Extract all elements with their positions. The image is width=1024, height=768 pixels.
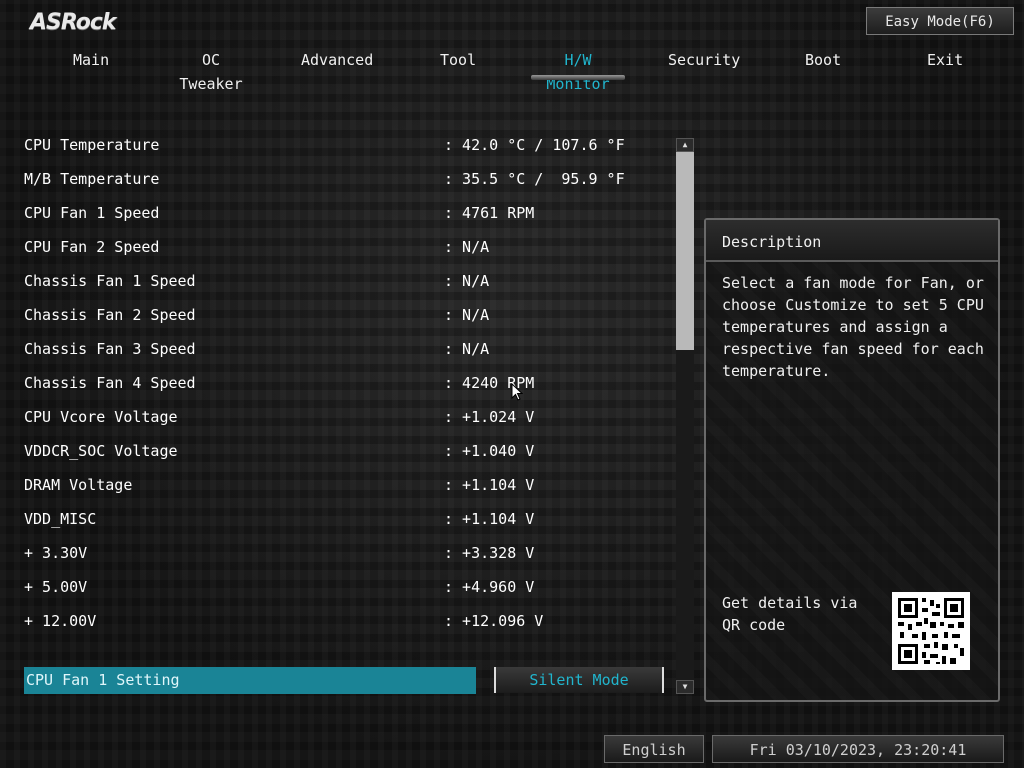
monitor-row-chassis-fan-4-speed: Chassis Fan 4 Speed : 4240 RPM xyxy=(24,370,664,404)
row-value: : +12.096 V xyxy=(444,612,544,630)
row-value: : 42.0 °C / 107.6 °F xyxy=(444,136,625,154)
monitor-row-chassis-fan-1-speed: Chassis Fan 1 Speed : N/A xyxy=(24,268,664,302)
qr-caption: Get details via QR code xyxy=(722,594,858,634)
row-label: Chassis Fan 3 Speed xyxy=(24,340,196,358)
row-label: VDDCR_SOC Voltage xyxy=(24,442,178,460)
monitor-row-cpu-fan-1-speed: CPU Fan 1 Speed : 4761 RPM xyxy=(24,200,664,234)
row-label: + 3.30V xyxy=(24,544,88,562)
monitor-row-mb-temperature: M/B Temperature : 35.5 °C / 95.9 °F xyxy=(24,166,664,200)
monitor-row-5v: + 5.00V : +4.960 V xyxy=(24,574,664,608)
tab-boot[interactable]: Boot xyxy=(805,48,841,82)
monitor-row-cpu-temperature: CPU Temperature : 42.0 °C / 107.6 °F xyxy=(24,132,664,166)
row-label: CPU Fan 1 Speed xyxy=(24,204,160,222)
row-label: VDD_MISC xyxy=(24,510,97,528)
tab-oc-tweaker[interactable]: OC Tweaker xyxy=(171,48,251,93)
description-title: Description xyxy=(706,220,998,262)
tab-hw-monitor[interactable]: H/W Monitor xyxy=(531,48,625,93)
row-label: DRAM Voltage xyxy=(24,476,133,494)
monitor-row-3v3: + 3.30V : +3.328 V xyxy=(24,540,664,574)
row-label: CPU Temperature xyxy=(24,136,160,154)
row-value: : 35.5 °C / 95.9 °F xyxy=(444,170,625,188)
monitor-row-cpu-fan-2-speed: CPU Fan 2 Speed : N/A xyxy=(24,234,664,268)
row-label: CPU Vcore Voltage xyxy=(24,408,178,426)
easy-mode-button[interactable]: Easy Mode(F6) xyxy=(866,7,1014,35)
row-value: : N/A xyxy=(444,340,490,358)
monitor-row-chassis-fan-2-speed: Chassis Fan 2 Speed : N/A xyxy=(24,302,664,336)
tab-advanced[interactable]: Advanced xyxy=(301,48,373,82)
row-label: M/B Temperature xyxy=(24,170,160,188)
language-button[interactable]: English xyxy=(604,735,704,763)
monitor-row-dram-voltage: DRAM Voltage : +1.104 V xyxy=(24,472,664,506)
main-nav: Main OC Tweaker Advanced Tool H/W Monito… xyxy=(0,48,1024,93)
cpu-fan-1-setting-row[interactable]: CPU Fan 1 Setting xyxy=(24,667,476,694)
hw-monitor-list: CPU Temperature : 42.0 °C / 107.6 °F M/B… xyxy=(24,132,664,642)
monitor-row-12v: + 12.00V : +12.096 V xyxy=(24,608,664,642)
monitor-row-cpu-vcore-voltage: CPU Vcore Voltage : +1.024 V xyxy=(24,404,664,438)
monitor-row-vddcr-soc-voltage: VDDCR_SOC Voltage : +1.040 V xyxy=(24,438,664,472)
row-value: : +1.104 V xyxy=(444,510,535,528)
tab-tool[interactable]: Tool xyxy=(440,48,476,82)
monitor-row-chassis-fan-3-speed: Chassis Fan 3 Speed : N/A xyxy=(24,336,664,370)
row-label: Chassis Fan 2 Speed xyxy=(24,306,196,324)
row-label: CPU Fan 2 Speed xyxy=(24,238,160,256)
row-value: : +1.104 V xyxy=(444,476,535,494)
list-scrollbar[interactable]: ▲ ▼ xyxy=(676,138,694,694)
mouse-pointer-icon xyxy=(511,383,523,401)
row-value: : +1.040 V xyxy=(444,442,535,460)
row-value: : N/A xyxy=(444,238,490,256)
tab-exit[interactable]: Exit xyxy=(927,48,963,82)
row-label: + 5.00V xyxy=(24,578,88,596)
row-value: : +3.328 V xyxy=(444,544,535,562)
cpu-fan-1-setting-dropdown[interactable]: Silent Mode xyxy=(494,667,664,693)
tab-security[interactable]: Security xyxy=(668,48,740,82)
datetime-display: Fri 03/10/2023, 23:20:41 xyxy=(712,735,1004,763)
row-value: : 4761 RPM xyxy=(444,204,535,222)
row-label: Chassis Fan 4 Speed xyxy=(24,374,196,392)
description-text: Select a fan mode for Fan, or choose Cus… xyxy=(722,274,984,380)
row-value: : +1.024 V xyxy=(444,408,535,426)
scrollbar-thumb[interactable] xyxy=(676,152,694,350)
description-panel: Description Select a fan mode for Fan, o… xyxy=(704,218,1000,702)
row-value: : N/A xyxy=(444,272,490,290)
row-label: Chassis Fan 1 Speed xyxy=(24,272,196,290)
tab-main[interactable]: Main xyxy=(73,48,109,82)
row-label: + 12.00V xyxy=(24,612,97,630)
row-value: : N/A xyxy=(444,306,490,324)
row-value: : +4.960 V xyxy=(444,578,535,596)
qr-code-icon xyxy=(892,592,970,670)
asrock-logo: ASRock xyxy=(30,10,117,35)
scroll-up-arrow-icon[interactable]: ▲ xyxy=(676,138,694,152)
monitor-row-vdd-misc: VDD_MISC : +1.104 V xyxy=(24,506,664,540)
scroll-down-arrow-icon[interactable]: ▼ xyxy=(676,680,694,694)
